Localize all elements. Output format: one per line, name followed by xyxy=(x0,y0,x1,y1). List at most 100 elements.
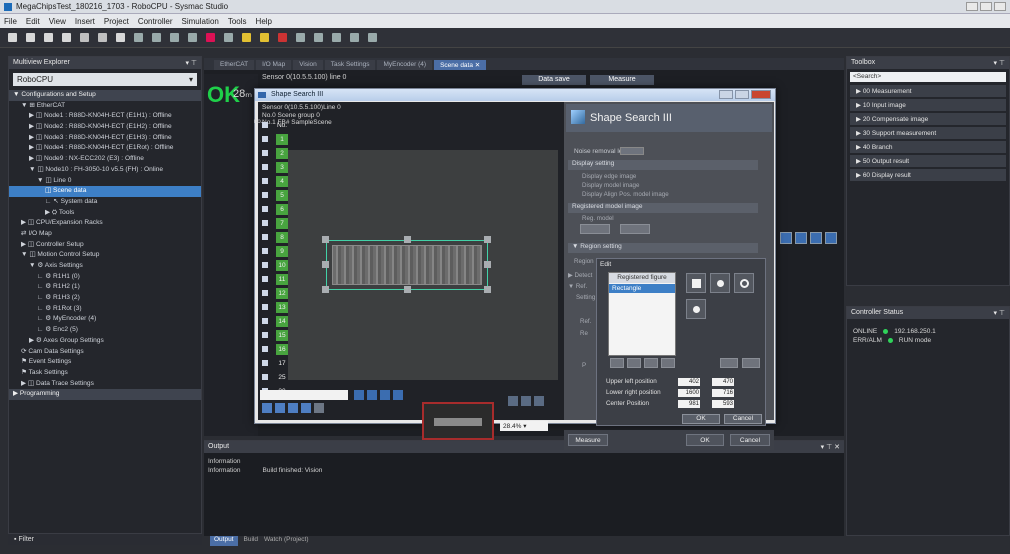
resize-handle[interactable] xyxy=(322,236,329,243)
ref-header[interactable]: ▼ Ref. xyxy=(568,283,587,290)
delete-icon[interactable] xyxy=(62,33,71,42)
display-option[interactable]: Display edge image xyxy=(582,173,636,180)
move-down-icon[interactable] xyxy=(742,358,760,368)
folder-icon[interactable] xyxy=(393,390,403,400)
toolbox-category[interactable]: ▶ 00 Measurement xyxy=(850,85,1006,97)
pin-icon[interactable]: ▾ ⊤ ✕ xyxy=(821,443,840,451)
region-setting-header[interactable]: ▼ Region setting xyxy=(568,243,758,253)
settings-icon[interactable] xyxy=(314,403,324,413)
registered-model-header[interactable]: Registered model image xyxy=(568,203,758,213)
simulate-icon[interactable] xyxy=(260,33,269,42)
display-option[interactable]: Display Align Pos. model image xyxy=(582,191,669,198)
redo-icon[interactable] xyxy=(98,33,107,42)
online-icon[interactable] xyxy=(134,33,143,42)
undo-icon[interactable] xyxy=(80,33,89,42)
resize-handle[interactable] xyxy=(322,286,329,293)
menu-simulation[interactable]: Simulation xyxy=(182,17,219,26)
detect-header[interactable]: ▶ Detect xyxy=(568,272,592,279)
tree-item[interactable]: ∟ ↖ System data xyxy=(9,197,201,208)
tab-build[interactable]: Build xyxy=(244,536,258,546)
close-dialog-button[interactable] xyxy=(751,90,771,99)
tree-item[interactable]: ⇄ I/O Map xyxy=(9,229,201,240)
toolbox-category[interactable]: ▶ 10 Input image xyxy=(850,99,1006,111)
tree-item[interactable]: ∟ ⚙ R1H2 (1) xyxy=(9,282,201,293)
zoom-select[interactable]: 28.4% ▾ xyxy=(500,421,548,431)
cut-icon[interactable] xyxy=(8,33,17,42)
tab-output[interactable]: Output xyxy=(210,536,238,546)
document-tab[interactable]: Scene data ✕ xyxy=(434,60,487,70)
first-frame-icon[interactable] xyxy=(262,403,272,413)
tree-item[interactable]: ▼ ⊞ EtherCAT xyxy=(9,101,201,112)
pin-icon[interactable]: ▾ ⊤ xyxy=(185,59,197,67)
tree-item[interactable]: ▶ ⛭ Tools xyxy=(9,208,201,219)
resize-handle[interactable] xyxy=(404,236,411,243)
save-icon[interactable] xyxy=(116,33,125,42)
menu-controller[interactable]: Controller xyxy=(138,17,173,26)
center-y-input[interactable]: 593 xyxy=(712,400,734,408)
step-icon[interactable] xyxy=(296,33,305,42)
delete-model-button[interactable] xyxy=(620,224,650,234)
menu-project[interactable]: Project xyxy=(104,17,129,26)
pin-icon[interactable]: ▾ ⊤ xyxy=(993,309,1005,317)
tree-item[interactable]: ⚑ Task Settings xyxy=(9,368,201,379)
tab-watch[interactable]: Watch (Project) xyxy=(264,536,309,546)
edit-ok-button[interactable]: OK xyxy=(682,414,720,424)
toolbox-category[interactable]: ▶ 60 Display result xyxy=(850,169,1006,181)
tree-item[interactable]: ▶ ◫ Data Trace Settings xyxy=(9,379,201,390)
document-tab[interactable]: MyEncoder (4) xyxy=(377,60,433,70)
polygon-shape-button[interactable] xyxy=(686,299,706,319)
run-icon[interactable] xyxy=(278,33,287,42)
trace-icon[interactable] xyxy=(332,33,341,42)
document-tab[interactable]: EtherCAT xyxy=(214,60,255,70)
measure-dialog-button[interactable]: Measure xyxy=(568,434,608,446)
upper-left-y-input[interactable]: 470 xyxy=(712,378,734,386)
measure-button[interactable]: Measure xyxy=(590,75,654,85)
zoom-in-icon[interactable] xyxy=(508,396,518,406)
menu-file[interactable]: File xyxy=(4,17,17,26)
tree-item[interactable]: ▶ Programming xyxy=(9,389,201,400)
lower-right-x-input[interactable]: 1600 xyxy=(678,389,700,397)
device-select[interactable]: RoboCPU ▾ xyxy=(13,73,197,86)
data-save-button[interactable]: Data save xyxy=(522,75,586,85)
menu-help[interactable]: Help xyxy=(256,17,272,26)
camera-icon[interactable] xyxy=(354,390,364,400)
undo-figure-icon[interactable] xyxy=(661,358,675,368)
upper-left-x-input[interactable]: 402 xyxy=(678,378,700,386)
tree-item[interactable]: ▼ ⚙ Axis Settings xyxy=(9,261,201,272)
breakpoint-icon[interactable] xyxy=(314,33,323,42)
region-rectangle[interactable] xyxy=(326,240,488,290)
tree-item[interactable]: ▼ ◫ Motion Control Setup xyxy=(9,250,201,261)
tree-item[interactable]: ∟ ⚙ R1H3 (2) xyxy=(9,293,201,304)
image-path-field[interactable] xyxy=(260,390,348,400)
menu-edit[interactable]: Edit xyxy=(26,17,40,26)
tree-item[interactable]: ∟ ⚙ Enc2 (5) xyxy=(9,325,201,336)
grid-icon[interactable] xyxy=(380,390,390,400)
tree-item[interactable]: ▼ ◫ Line 0 xyxy=(9,176,201,187)
display-option[interactable]: Display model image xyxy=(582,182,639,189)
image-thumbnail[interactable] xyxy=(422,402,494,440)
tree-item[interactable]: ▶ ◫ Node1 : R88D-KN04H-ECT (E1H1) : Offl… xyxy=(9,111,201,122)
monitor-icon[interactable] xyxy=(367,390,377,400)
unit-row[interactable]: 1 xyxy=(258,134,308,145)
fit-icon[interactable] xyxy=(521,396,531,406)
tree-item[interactable]: ▼ Configurations and Setup xyxy=(9,90,201,101)
tree-item[interactable]: ∟ ⚙ R1H1 (0) xyxy=(9,272,201,283)
minimize-button[interactable] xyxy=(719,90,733,99)
grid-icon[interactable] xyxy=(810,232,822,244)
monitor-icon[interactable] xyxy=(152,33,161,42)
tree-item[interactable]: ▼ ◫ Node10 : FH-3050-10 v5.5 (FH) : Onli… xyxy=(9,165,201,176)
delete-figure-icon[interactable] xyxy=(644,358,658,368)
filter-bar[interactable]: ▪ Filter xyxy=(8,533,202,545)
tree-item[interactable]: ∟ ⚙ MyEncoder (4) xyxy=(9,314,201,325)
transfer-icon[interactable] xyxy=(224,33,233,42)
monitor-icon[interactable] xyxy=(825,232,837,244)
display-setting-header[interactable]: Display setting xyxy=(568,160,758,170)
copy-icon[interactable] xyxy=(26,33,35,42)
toolbox-category[interactable]: ▶ 40 Branch xyxy=(850,141,1006,153)
menu-tools[interactable]: Tools xyxy=(228,17,247,26)
tree-item[interactable]: ∟ ⚙ R1Rot (3) xyxy=(9,304,201,315)
toolbox-category[interactable]: ▶ 20 Compensate image xyxy=(850,113,1006,125)
search-icon[interactable] xyxy=(350,33,359,42)
maximize-button[interactable] xyxy=(735,90,749,99)
menu-view[interactable]: View xyxy=(49,17,66,26)
